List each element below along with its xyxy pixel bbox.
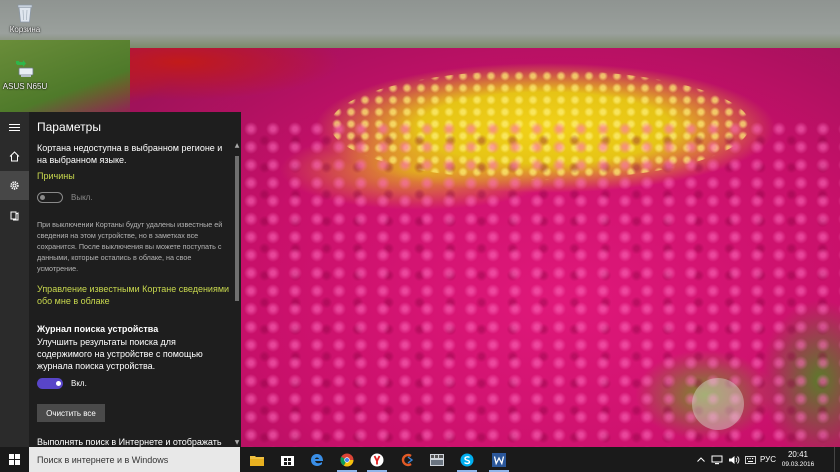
network-computer-icon (16, 60, 34, 77)
scrollbar[interactable]: ▲ ▼ (234, 142, 240, 447)
start-button[interactable] (0, 447, 29, 472)
scroll-down-icon[interactable]: ▼ (234, 439, 240, 447)
notebook-icon[interactable] (0, 201, 29, 230)
desktop-icon-asus[interactable]: ASUS N65U (0, 60, 50, 91)
desktop-icon-recycle-bin[interactable]: Корзина (0, 3, 50, 34)
cortana-info-text: При выключении Кортаны будут удалены изв… (37, 220, 223, 273)
recycle-bin-icon (17, 4, 33, 23)
watermark (692, 378, 744, 430)
cortana-toggle-label: Выкл. (71, 193, 93, 202)
windows-logo-icon (9, 454, 20, 465)
clock-date: 09.03.2016 (781, 461, 815, 468)
scroll-thumb[interactable] (235, 156, 239, 301)
cortana-settings-content: Параметры Кортана недоступна в выбранном… (37, 112, 233, 447)
device-history-toggle-label: Вкл. (71, 379, 87, 388)
search-placeholder: Поиск в интернете и в Windows (37, 454, 169, 465)
web-search-text: Выполнять поиск в Интернете и отображать (37, 437, 222, 447)
network-icon[interactable] (710, 447, 724, 472)
word-icon[interactable] (484, 447, 514, 472)
taskbar: Поиск в интернете и в Windows РУС 20:41 (0, 447, 840, 472)
chrome-icon[interactable] (332, 447, 362, 472)
cortana-unavailable-text: Кортана недоступна в выбранном регионе и… (37, 143, 223, 165)
hamburger-menu-icon[interactable] (0, 113, 29, 142)
home-icon[interactable] (0, 142, 29, 171)
keyboard-icon[interactable] (744, 447, 756, 472)
cortana-rail (0, 112, 29, 447)
cortana-settings-panel: Параметры Кортана недоступна в выбранном… (0, 112, 241, 447)
toggle-knob (40, 195, 45, 200)
ccleaner-icon[interactable] (392, 447, 422, 472)
skype-icon[interactable] (452, 447, 482, 472)
store-icon[interactable] (272, 447, 302, 472)
device-history-heading: Журнал поиска устройства (37, 324, 159, 334)
taskbar-clock[interactable]: 20:41 09.03.2016 (776, 449, 820, 470)
reasons-link[interactable]: Причины (37, 170, 233, 182)
cortana-toggle[interactable] (37, 192, 63, 203)
clock-time: 20:41 (787, 450, 809, 459)
volume-icon[interactable] (727, 447, 741, 472)
page-title: Параметры (37, 120, 101, 134)
scroll-up-icon[interactable]: ▲ (234, 142, 240, 150)
taskbar-search-box[interactable]: Поиск в интернете и в Windows (29, 447, 240, 472)
toggle-knob (56, 381, 61, 386)
file-explorer-icon[interactable] (242, 447, 272, 472)
yandex-browser-icon[interactable] (362, 447, 392, 472)
settings-icon[interactable] (0, 171, 29, 200)
chevron-up-icon[interactable] (694, 447, 708, 472)
clear-history-button[interactable]: Очистить все (37, 404, 105, 422)
wallpaper-pink-flowers (240, 120, 840, 447)
media-player-icon[interactable] (422, 447, 452, 472)
desktop-icon-label: Корзина (9, 25, 41, 34)
show-desktop-button[interactable] (834, 447, 840, 472)
device-history-description: Улучшить результаты поиска для содержимо… (37, 337, 203, 371)
edge-icon[interactable] (302, 447, 332, 472)
manage-cloud-data-link[interactable]: Управление известными Кортане сведениями… (37, 283, 233, 307)
desktop-icon-label: ASUS N65U (2, 82, 48, 91)
device-history-toggle[interactable] (37, 378, 63, 389)
